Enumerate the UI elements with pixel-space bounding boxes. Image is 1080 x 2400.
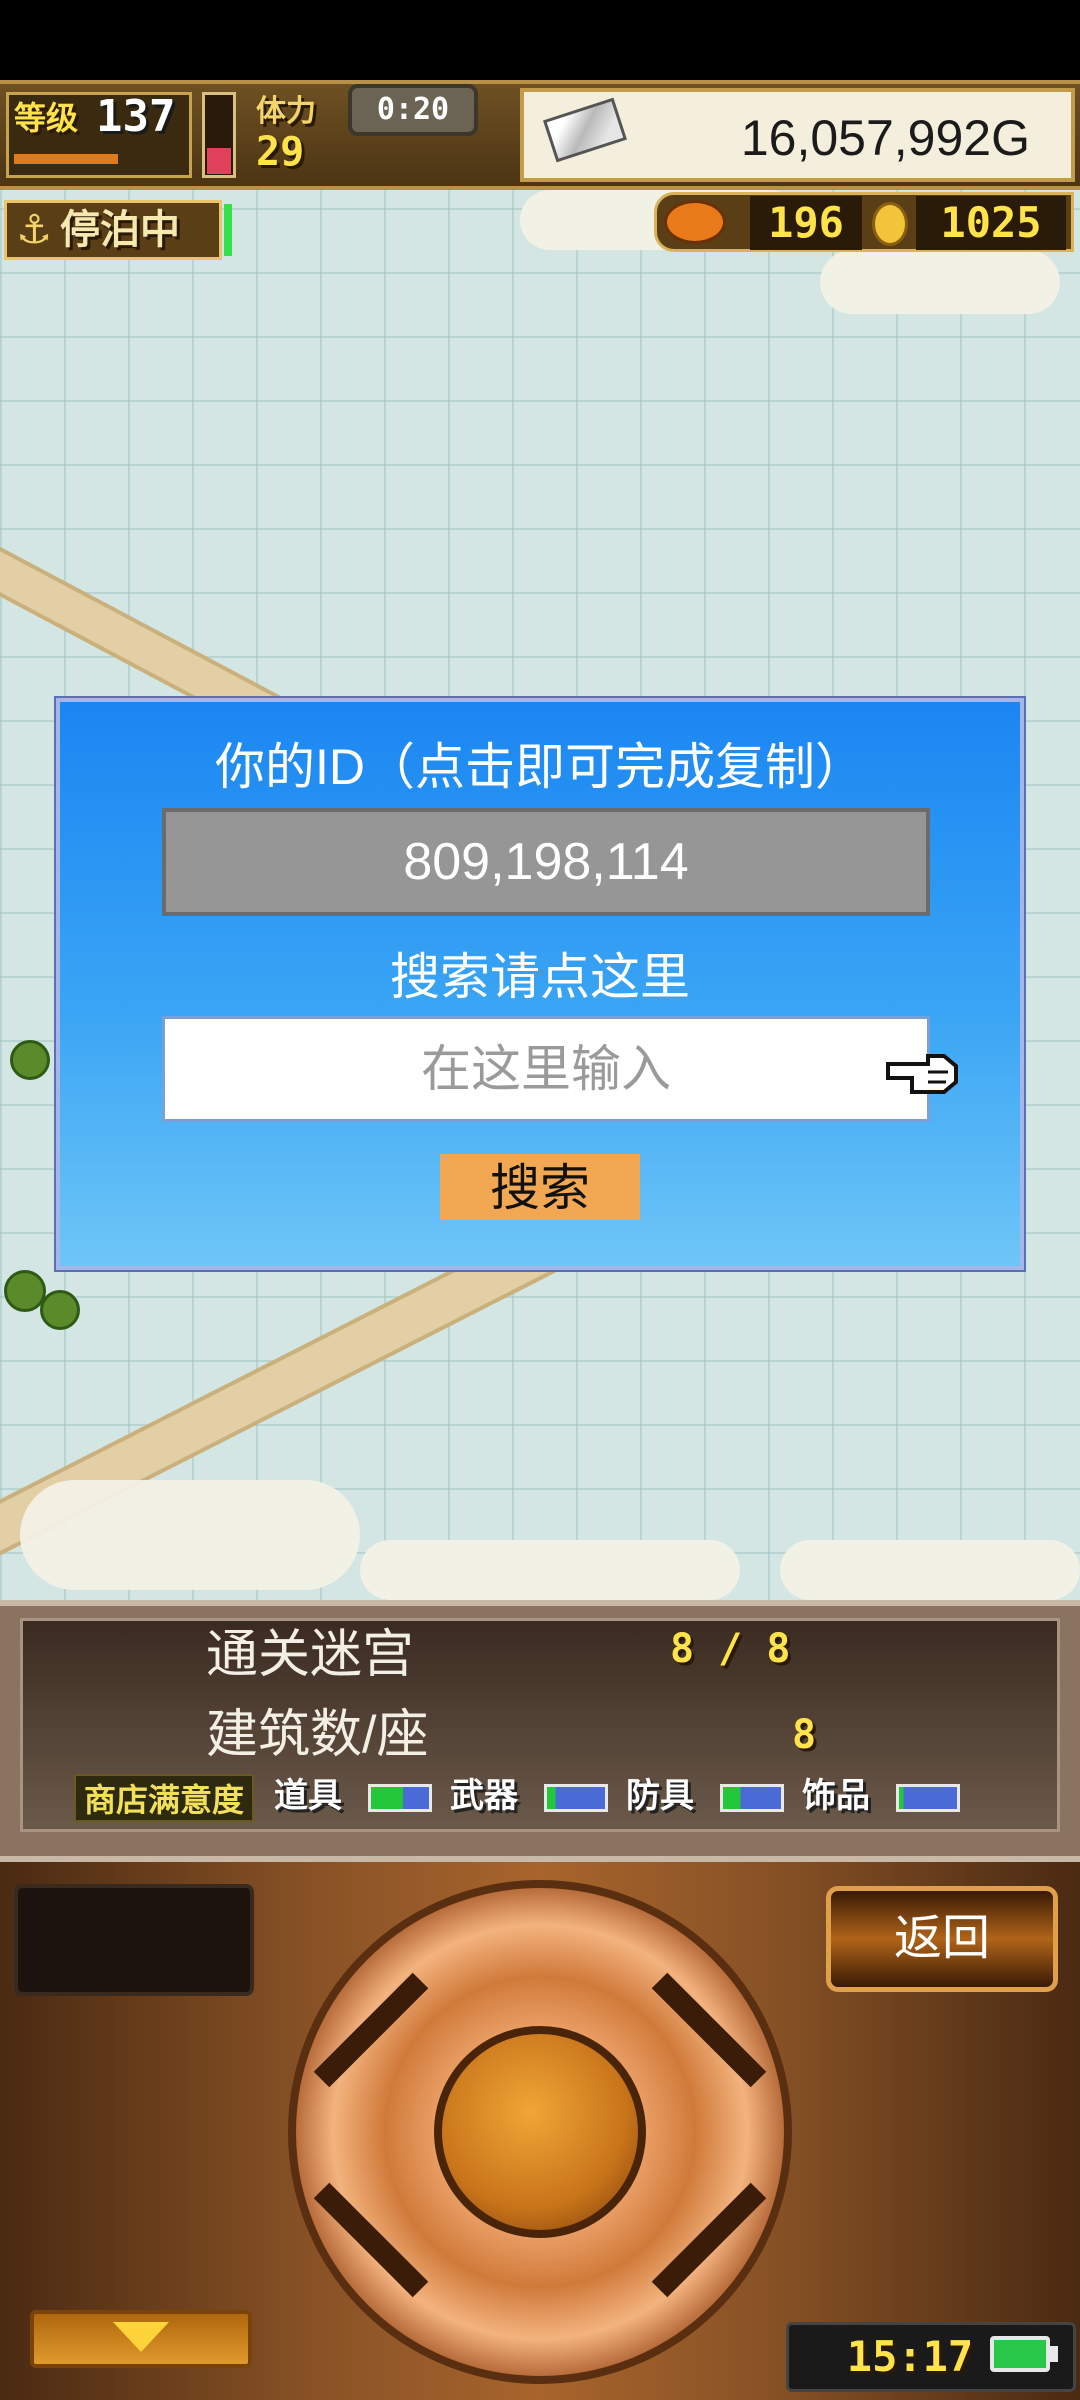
level-value: 137 <box>96 91 176 142</box>
buildings-label: 建筑数/座 <box>206 1706 429 1764</box>
category-accessories-label: 饰品 <box>802 1776 870 1816</box>
docked-indicator <box>224 204 232 256</box>
shop-satisfaction-label: 商店满意度 <box>74 1774 254 1822</box>
id-title: 你的ID（点击即可完成复制） <box>215 739 865 795</box>
player-id-copy-button[interactable]: 809,198,114 <box>162 808 930 916</box>
gold-amount: 16,057,992G <box>740 110 1030 166</box>
pointing-hand-icon <box>886 1054 958 1094</box>
anchor-icon: ⚓ <box>16 207 52 253</box>
category-armor-label: 防具 <box>626 1776 694 1816</box>
resource-a-value: 196 <box>750 196 862 250</box>
clock-time: 15:17 <box>846 2332 974 2381</box>
category-items-bar <box>368 1784 432 1812</box>
cloud <box>20 1480 360 1590</box>
mini-screen <box>14 1884 254 1996</box>
cloud <box>820 250 1060 314</box>
food-icon <box>664 200 726 244</box>
category-weapons-label: 武器 <box>450 1776 518 1816</box>
resource-b-value: 1025 <box>916 196 1066 250</box>
dungeon-value: 8 / 8 <box>670 1626 791 1672</box>
stamina-gauge-fill <box>207 148 231 174</box>
category-weapons-bar <box>544 1784 608 1812</box>
coin-icon <box>872 202 908 246</box>
category-armor-bar <box>720 1784 784 1812</box>
chevron-down-icon <box>113 2322 169 2352</box>
stamina-timer: 0:20 <box>348 84 478 136</box>
dungeon-label: 通关迷宫 <box>206 1626 415 1684</box>
buildings-value: 8 <box>792 1712 817 1758</box>
back-button[interactable]: 返回 <box>826 1886 1058 1992</box>
cloud <box>360 1540 740 1600</box>
exp-bar <box>14 154 118 164</box>
search-title: 搜索请点这里 <box>390 949 690 1005</box>
battery-icon <box>990 2336 1050 2372</box>
category-accessories-bar <box>896 1784 960 1812</box>
stamina-label: 体力 <box>256 94 316 129</box>
category-items-label: 道具 <box>274 1776 342 1816</box>
level-label: 等级 <box>14 99 79 137</box>
cloud <box>780 1540 1080 1600</box>
battery-tip <box>1050 2346 1058 2362</box>
search-input[interactable] <box>162 1016 930 1122</box>
search-button[interactable]: 搜索 <box>440 1154 640 1220</box>
docked-label: 停泊中 <box>60 207 180 253</box>
tree <box>10 1040 50 1080</box>
tree <box>40 1290 80 1330</box>
dpad-center-button[interactable] <box>434 2026 646 2238</box>
stamina-value: 29 <box>256 129 305 175</box>
